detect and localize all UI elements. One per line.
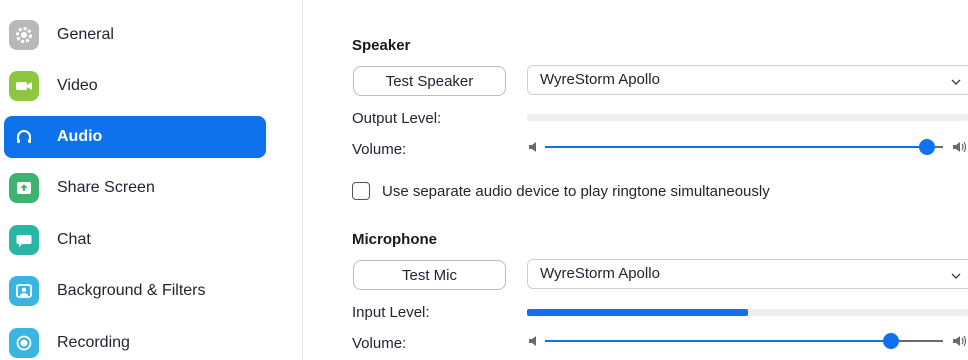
volume-low-icon — [527, 140, 541, 159]
output-level-label: Output Level: — [352, 110, 442, 127]
volume-low-icon — [527, 334, 541, 353]
background-person-icon — [9, 276, 39, 306]
ringtone-option-row[interactable]: Use separate audio device to play ringto… — [352, 180, 770, 202]
audio-settings-window: General Video Audio Share Screen Chat Ba… — [0, 0, 968, 360]
speaker-device-value: WyreStorm Apollo — [540, 71, 660, 88]
gear-icon — [9, 20, 39, 50]
video-camera-icon — [9, 71, 39, 101]
microphone-device-value: WyreStorm Apollo — [540, 265, 660, 282]
sidebar-item-audio[interactable]: Audio — [4, 116, 266, 158]
sidebar-item-label: Video — [57, 77, 98, 94]
share-screen-icon — [9, 173, 39, 203]
output-level-meter — [527, 114, 968, 121]
speaker-volume-track-filled — [545, 146, 928, 148]
test-mic-button[interactable]: Test Mic — [353, 260, 506, 290]
sidebar-item-share-screen[interactable]: Share Screen — [4, 167, 266, 209]
speaker-volume-thumb[interactable] — [919, 139, 936, 155]
input-level-label: Input Level: — [352, 304, 430, 321]
microphone-volume-thumb[interactable] — [883, 333, 900, 349]
speaker-volume-slider[interactable] — [527, 137, 968, 157]
sidebar-item-label: Share Screen — [57, 179, 155, 196]
microphone-volume-label: Volume: — [352, 335, 407, 352]
sidebar-item-background-filters[interactable]: Background & Filters — [4, 270, 266, 312]
sidebar-item-recording[interactable]: Recording — [4, 322, 266, 360]
chat-bubble-icon — [9, 225, 39, 255]
sidebar-item-label: Chat — [57, 231, 91, 248]
ringtone-checkbox[interactable] — [352, 182, 370, 200]
volume-high-icon — [951, 334, 968, 353]
volume-high-icon — [951, 140, 968, 159]
sidebar-item-chat[interactable]: Chat — [4, 219, 266, 261]
ringtone-checkbox-label: Use separate audio device to play ringto… — [382, 182, 770, 200]
test-speaker-button[interactable]: Test Speaker — [353, 66, 506, 96]
microphone-volume-track-filled — [545, 340, 892, 342]
sidebar-item-label: Audio — [57, 128, 103, 145]
chevron-down-icon — [950, 269, 962, 287]
speaker-volume-label: Volume: — [352, 141, 407, 158]
sidebar-item-label: Background & Filters — [57, 282, 206, 299]
speaker-device-select[interactable]: WyreStorm Apollo — [527, 65, 968, 95]
settings-sidebar: General Video Audio Share Screen Chat Ba… — [0, 0, 303, 360]
microphone-volume-slider[interactable] — [527, 331, 968, 351]
sidebar-item-label: General — [57, 26, 114, 43]
microphone-section-title: Microphone — [352, 231, 437, 248]
headphones-icon — [9, 122, 39, 152]
chevron-down-icon — [950, 75, 962, 93]
record-icon — [9, 328, 39, 358]
sidebar-item-general[interactable]: General — [4, 14, 266, 56]
input-level-meter — [527, 309, 968, 316]
speaker-section-title: Speaker — [352, 37, 411, 54]
sidebar-item-label: Recording — [57, 334, 130, 351]
microphone-device-select[interactable]: WyreStorm Apollo — [527, 259, 968, 289]
input-level-fill — [527, 309, 748, 316]
sidebar-item-video[interactable]: Video — [4, 65, 266, 107]
